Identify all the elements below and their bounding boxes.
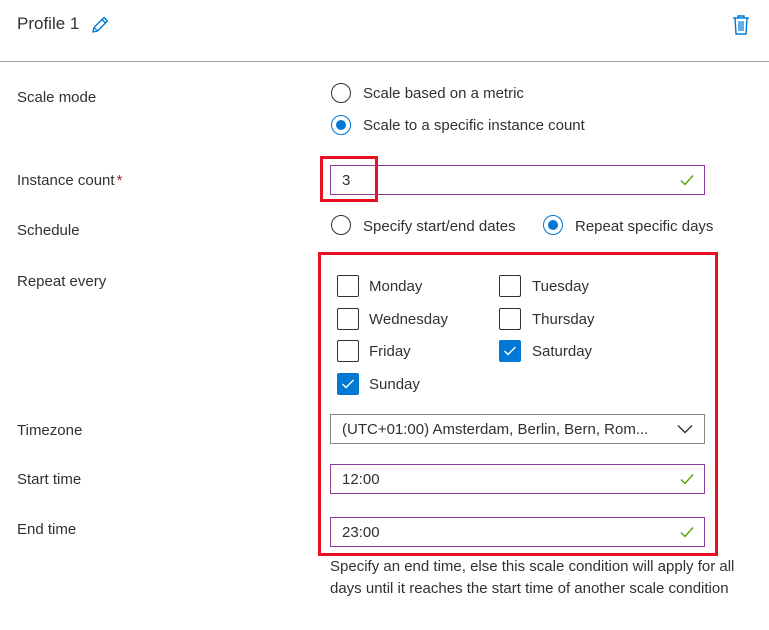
specify-dates-radio[interactable] <box>331 215 351 235</box>
checkmark-icon <box>680 175 694 186</box>
start-time-label: Start time <box>17 471 82 488</box>
repeat-every-label: Repeat every <box>17 273 107 290</box>
timezone-label: Timezone <box>17 422 83 439</box>
scale-metric-label[interactable]: Scale based on a metric <box>363 85 524 102</box>
end-time-label: End time <box>17 521 77 538</box>
specify-dates-label[interactable]: Specify start/end dates <box>363 218 516 235</box>
profile-title: Profile 1 <box>17 14 80 33</box>
end-time-help-text: Specify an end time, else this scale con… <box>330 558 735 597</box>
header-divider <box>0 61 769 62</box>
repeat-days-radio[interactable] <box>543 215 563 235</box>
highlight-box-instance-count <box>320 156 378 202</box>
trash-icon[interactable] <box>731 14 751 36</box>
instance-count-label: Instance count * <box>17 172 123 189</box>
instance-count-input[interactable]: 3 <box>330 165 705 195</box>
pencil-icon[interactable] <box>89 14 111 36</box>
scale-instance-count-label[interactable]: Scale to a specific instance count <box>363 117 585 134</box>
required-asterisk: * <box>116 172 123 189</box>
scale-instance-count-radio[interactable] <box>331 115 351 135</box>
schedule-label: Schedule <box>17 222 80 239</box>
scale-metric-radio[interactable] <box>331 83 351 103</box>
repeat-days-label[interactable]: Repeat specific days <box>575 218 713 235</box>
scale-mode-label: Scale mode <box>17 89 97 106</box>
highlight-box-repeat-schedule <box>318 252 718 556</box>
